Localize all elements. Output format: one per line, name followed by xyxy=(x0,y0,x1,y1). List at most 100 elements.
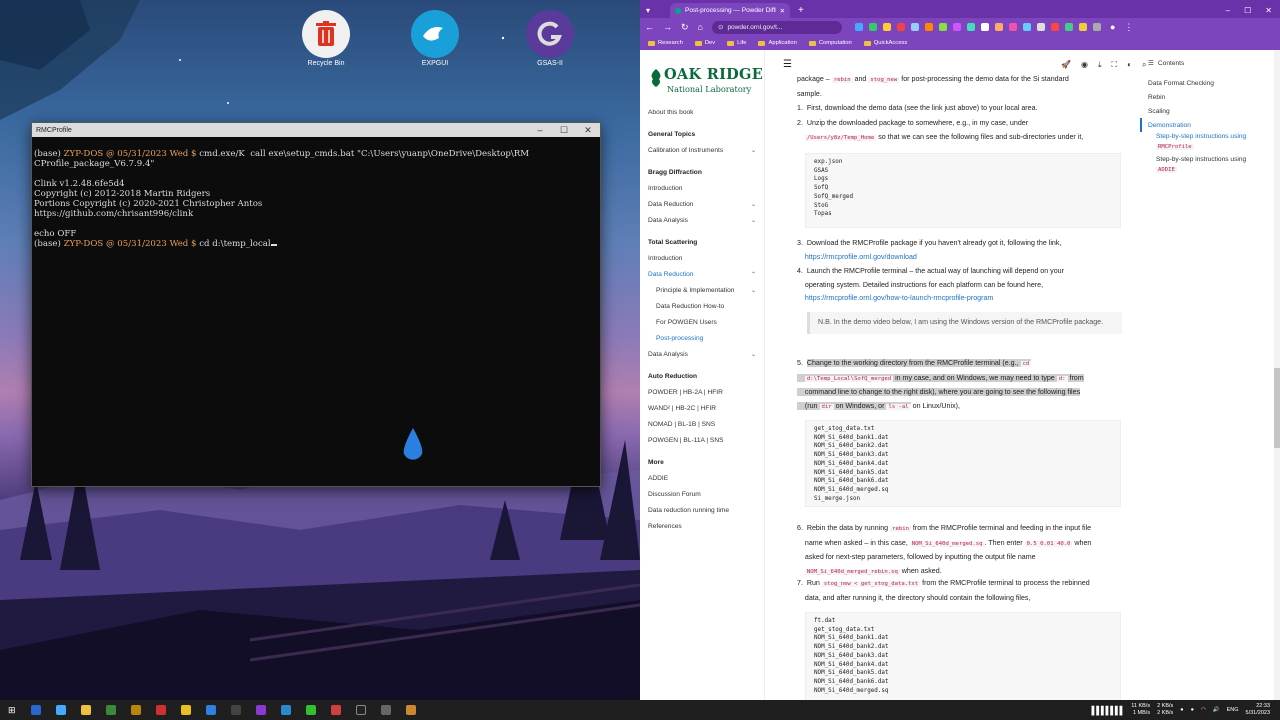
sidebar-item[interactable]: ADDIE xyxy=(648,470,764,486)
bookmark-folder[interactable]: Research xyxy=(648,40,683,46)
wifi-icon[interactable]: ◠ xyxy=(1201,707,1206,713)
sidebar-item[interactable]: Data Reduction ⌃ xyxy=(648,266,764,282)
app-icon[interactable] xyxy=(130,705,141,715)
ornl-logo[interactable]: OAK RIDGE National Laboratory xyxy=(648,66,764,96)
chrome-icon[interactable] xyxy=(105,705,116,715)
sidebar-item[interactable]: Data reduction running time xyxy=(648,502,764,518)
terminal-titlebar[interactable]: RMCProfile – ☐ ✕ xyxy=(32,123,600,137)
profile-icon[interactable]: ● xyxy=(1110,22,1115,32)
minimize-icon[interactable]: – xyxy=(1226,6,1230,15)
app-icon[interactable] xyxy=(405,705,416,715)
extension-icon[interactable] xyxy=(1036,23,1045,31)
sidebar-item[interactable]: POWDER | HB-2A | HFIR xyxy=(648,384,764,400)
chevron-icon[interactable]: ⌄ xyxy=(751,351,756,358)
app-icon[interactable] xyxy=(330,705,341,715)
sidebar-item[interactable]: Data Reduction ⌄ xyxy=(648,196,764,212)
recycle-bin-desktop-icon[interactable]: Recycle Bin xyxy=(291,10,361,67)
sidebar-item[interactable]: Introduction xyxy=(648,250,764,266)
toc-item[interactable]: Data Format Checking xyxy=(1140,76,1280,90)
start-icon[interactable]: ⊞ xyxy=(8,705,16,716)
sidebar-item[interactable]: Calibration of Instruments ⌄ xyxy=(648,142,764,158)
download-link[interactable]: https://rmcprofile.ornl.gov/download xyxy=(805,253,917,261)
reload-icon[interactable]: ↻ xyxy=(681,22,689,33)
maximize-icon[interactable]: ☐ xyxy=(1244,6,1251,15)
github-icon[interactable]: ◉ xyxy=(1081,58,1088,72)
extension-icon[interactable] xyxy=(1008,23,1017,31)
app-icon[interactable] xyxy=(230,705,241,715)
app-icon[interactable] xyxy=(155,705,166,715)
fullscreen-icon[interactable]: ⛶ xyxy=(1112,58,1118,72)
tray-icon[interactable]: ● xyxy=(1180,707,1183,713)
extension-icon[interactable] xyxy=(1022,23,1031,31)
gsas-desktop-icon[interactable]: GSAS-II xyxy=(515,10,585,67)
app-icon[interactable] xyxy=(255,705,266,715)
extension-icon[interactable] xyxy=(882,23,891,31)
sidebar-item[interactable]: For POWGEN Users xyxy=(648,314,764,330)
extension-icon[interactable] xyxy=(1064,23,1073,31)
sidebar-item[interactable]: Data Reduction How-to xyxy=(648,298,764,314)
bookmark-folder[interactable]: Dev xyxy=(694,40,715,46)
download-icon[interactable]: ⤓ xyxy=(1098,58,1102,72)
sidebar-item[interactable]: POWGEN | BL-11A | SNS xyxy=(648,432,764,448)
toc-item[interactable]: Scaling xyxy=(1140,104,1280,118)
chevron-icon[interactable]: ⌄ xyxy=(751,201,756,208)
scrollbar-thumb[interactable] xyxy=(1274,368,1280,448)
terminal-output[interactable]: (base) ZYP-DOS @ 05/31/2023 Wed $ cmd.ex… xyxy=(32,137,600,249)
sidebar-item[interactable]: NOMAD | BL-1B | SNS xyxy=(648,416,764,432)
extension-icon[interactable] xyxy=(938,23,947,31)
launch-instructions-link[interactable]: https://rmcprofile.ornl.gov/how-to-launc… xyxy=(805,294,993,302)
bookmark-folder[interactable]: Computation xyxy=(808,40,852,46)
close-tab-icon[interactable]: ✕ xyxy=(780,7,785,15)
extension-icon[interactable] xyxy=(910,23,919,31)
app-icon[interactable] xyxy=(30,705,41,715)
app-icon[interactable] xyxy=(280,705,291,715)
tray-icon[interactable]: ● xyxy=(1191,707,1194,713)
clock[interactable]: 22:33 5/31/2023 xyxy=(1246,703,1270,717)
bookmark-folder[interactable]: Application xyxy=(758,40,797,46)
extension-icon[interactable] xyxy=(980,23,989,31)
volume-icon[interactable]: 🔊 xyxy=(1213,707,1220,713)
tab-menu-icon[interactable]: ▾ xyxy=(646,6,650,18)
chevron-icon[interactable]: ⌄ xyxy=(751,147,756,154)
expgui-desktop-icon[interactable]: EXPGUI xyxy=(400,10,470,67)
file-explorer-icon[interactable] xyxy=(80,705,91,715)
sidebar-item[interactable]: Data Analysis ⌄ xyxy=(648,212,764,228)
chevron-icon[interactable]: ⌃ xyxy=(751,271,756,278)
extension-icon[interactable] xyxy=(1050,23,1059,31)
menu-icon[interactable]: ⋮ xyxy=(1124,22,1133,33)
toc-item[interactable]: Rebin xyxy=(1140,90,1280,104)
extension-icon[interactable] xyxy=(896,23,905,31)
page-scrollbar[interactable] xyxy=(1274,50,1280,700)
bookmark-folder[interactable]: QuickAccess xyxy=(863,40,907,46)
tab-post-processing[interactable]: Post-processing — Powder Diffr ✕ xyxy=(670,3,791,18)
bookmark-folder[interactable]: Life xyxy=(727,40,746,46)
toc-item-active[interactable]: Demonstration xyxy=(1140,118,1280,132)
sidebar-item[interactable]: WAND² | HB-2C | HFIR xyxy=(648,400,764,416)
toc-subitem[interactable]: Step-by-step instructions using ADDIE xyxy=(1140,155,1280,175)
sidebar-item[interactable]: About this book xyxy=(648,104,764,120)
extension-icon[interactable] xyxy=(1092,23,1101,31)
close-icon[interactable]: ✕ xyxy=(1265,6,1272,15)
app-icon[interactable] xyxy=(180,705,191,715)
app-icon[interactable] xyxy=(305,705,316,715)
chevron-icon[interactable]: ⌄ xyxy=(751,217,756,224)
chevron-icon[interactable]: ⌄ xyxy=(751,287,756,294)
sidebar-item[interactable]: Data Analysis ⌄ xyxy=(648,346,764,362)
extension-icon[interactable] xyxy=(966,23,975,31)
terminal-prompt-line[interactable]: (base) ZYP-DOS @ 05/31/2023 Wed $ cd d:\… xyxy=(34,239,277,249)
launch-icon[interactable]: 🚀 xyxy=(1061,58,1071,72)
new-tab-icon[interactable]: + xyxy=(798,5,804,18)
extension-icon[interactable] xyxy=(924,23,933,31)
maximize-icon[interactable]: ☐ xyxy=(552,125,576,136)
theme-toggle-icon[interactable]: ◐ xyxy=(1127,58,1132,72)
sidebar-item[interactable]: References xyxy=(648,518,764,534)
terminal-taskbar-icon[interactable] xyxy=(355,705,366,715)
app-icon[interactable] xyxy=(380,705,391,715)
toc-subitem-active[interactable]: Step-by-step instructions using RMCProfil… xyxy=(1140,132,1280,152)
close-icon[interactable]: ✕ xyxy=(576,125,600,136)
back-icon[interactable]: ← xyxy=(645,22,654,32)
forward-icon[interactable]: → xyxy=(663,22,672,32)
minimize-icon[interactable]: – xyxy=(528,125,552,135)
language-indicator[interactable]: ENG xyxy=(1227,707,1239,713)
hamburger-menu-icon[interactable]: ☰ xyxy=(783,58,792,72)
